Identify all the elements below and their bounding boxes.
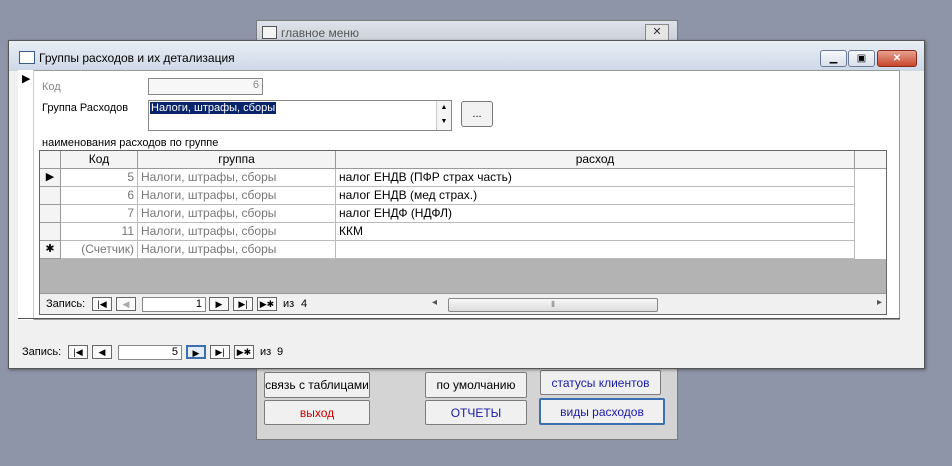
column-header-expense[interactable]: расход [336,151,855,169]
expense-group-value: Налоги, штрафы, сборы [150,102,277,114]
cell-expense[interactable]: налог ЕНДФ (НДФЛ) [336,205,855,223]
cell-code[interactable]: 6 [61,187,138,205]
subform-caption: наименования расходов по группе [42,137,219,149]
scroll-left-arrow[interactable]: ◂ [432,297,437,308]
exit-button[interactable]: выход [264,400,370,425]
form-navigation-bar: Запись: |◀ ◀ 5 ▶ ▶| ▶✱ из 9 [22,345,342,361]
form-icon [19,51,35,64]
restore-button[interactable]: ▣ [848,50,875,67]
code-field[interactable]: 6 [148,78,263,95]
expense-group-label: Группа Расходов [42,102,129,114]
form-record-selector[interactable]: ▶ [18,70,34,320]
row-selector[interactable] [40,187,61,205]
main-menu-close-button[interactable]: ✕ [645,24,669,41]
new-record-button[interactable]: ▶✱ [257,297,277,311]
cell-group[interactable]: Налоги, штрафы, сборы [138,187,336,205]
cell-code[interactable]: 7 [61,205,138,223]
record-number-input[interactable]: 1 [142,297,206,312]
expenses-datasheet: Код группа расход ▶ 5 Налоги, штрафы, сб… [39,150,887,315]
expense-groups-titlebar[interactable]: Группы расходов и их детализация ▁ ▣ ✕ [9,41,924,71]
expense-types-button[interactable]: виды расходов [539,398,665,425]
scroll-thumb[interactable]: ⦀ [448,298,658,312]
form-icon [262,26,277,39]
prev-record-button[interactable]: ◀ [116,297,136,311]
first-record-button[interactable]: |◀ [68,345,88,359]
row-selector[interactable]: ▶ [40,169,61,187]
cell-expense[interactable]: налог ЕНДВ (ПФР страх часть) [336,169,855,187]
link-tables-button[interactable]: связь с таблицами [264,372,370,398]
last-record-button[interactable]: ▶| [233,297,253,311]
cell-group[interactable]: Налоги, штрафы, сборы [138,223,336,241]
last-record-button[interactable]: ▶| [210,345,230,359]
row-selector[interactable] [40,223,61,241]
record-total: 9 [277,346,284,358]
lookup-button[interactable]: ... [461,101,493,127]
column-header-code[interactable]: Код [61,151,138,169]
table-row[interactable]: ▶ 5 Налоги, штрафы, сборы налог ЕНДВ (ПФ… [40,169,886,187]
window-title: Группы расходов и их детализация [39,51,235,65]
next-record-button[interactable]: ▶ [209,297,229,311]
close-button[interactable]: ✕ [877,50,917,67]
prev-record-button[interactable]: ◀ [92,345,112,359]
row-selector-header[interactable] [40,151,61,169]
expense-group-field[interactable]: Налоги, штрафы, сборы ▲ ▼ [148,100,452,131]
record-label: Запись: [22,346,62,358]
record-of-label: из [283,298,295,310]
new-record-row[interactable]: ✱ (Счетчик) Налоги, штрафы, сборы [40,241,886,259]
cell-code[interactable]: 5 [61,169,138,187]
minimize-button[interactable]: ▁ [820,50,847,67]
cell-code[interactable]: (Счетчик) [61,241,138,259]
table-row[interactable]: 7 Налоги, штрафы, сборы налог ЕНДФ (НДФЛ… [40,205,886,223]
record-of-label: из [260,346,272,358]
next-record-button[interactable]: ▶ [186,345,206,359]
separator [18,318,900,319]
cell-group[interactable]: Налоги, штрафы, сборы [138,169,336,187]
table-row[interactable]: 6 Налоги, штрафы, сборы налог ЕНДВ (мед … [40,187,886,205]
cell-code[interactable]: 11 [61,223,138,241]
new-record-icon[interactable]: ✱ [40,241,61,259]
subform-navigation-bar: Запись: |◀ ◀ 1 ▶ ▶| ▶✱ из 4 ◂ ⦀ ▸ [40,293,886,314]
default-button[interactable]: по умолчанию [425,372,527,398]
row-selector[interactable] [40,205,61,223]
main-menu-title: главное меню [281,26,360,40]
group-scroll[interactable]: ▲ ▼ [436,101,451,130]
horizontal-scrollbar[interactable]: ◂ ⦀ ▸ [432,297,882,312]
record-label: Запись: [46,298,86,310]
datasheet-empty-area [40,259,886,293]
column-header-blank [855,151,886,169]
first-record-button[interactable]: |◀ [92,297,112,311]
cell-group[interactable]: Налоги, штрафы, сборы [138,205,336,223]
current-record-marker: ▶ [22,73,31,85]
cell-expense[interactable] [336,241,855,259]
cell-expense[interactable]: налог ЕНДВ (мед страх.) [336,187,855,205]
table-row[interactable]: 11 Налоги, штрафы, сборы ККМ [40,223,886,241]
scroll-right-arrow[interactable]: ▸ [877,297,882,308]
reports-button[interactable]: ОТЧЕТЫ [425,400,527,425]
code-label: Код [42,81,61,93]
record-total: 4 [301,298,308,310]
column-header-group[interactable]: группа [138,151,336,169]
cell-expense[interactable]: ККМ [336,223,855,241]
new-record-button[interactable]: ▶✱ [234,345,254,359]
client-statuses-button[interactable]: статусы клиентов [540,370,661,395]
cell-group[interactable]: Налоги, штрафы, сборы [138,241,336,259]
record-number-input[interactable]: 5 [118,345,182,360]
